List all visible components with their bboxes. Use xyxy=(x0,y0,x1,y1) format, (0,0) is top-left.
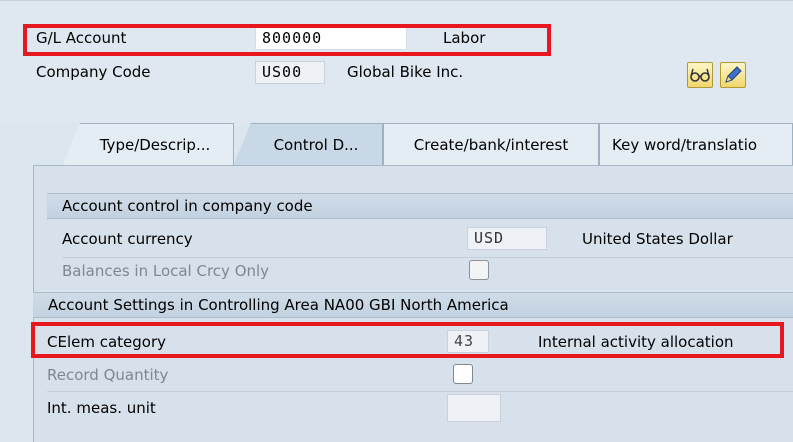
header-background xyxy=(0,0,793,122)
tab-key-word-translation[interactable]: Key word/translatio xyxy=(599,123,793,166)
tab-label: Key word/translatio xyxy=(612,136,758,154)
tab-type-description[interactable]: Type/Descrip... xyxy=(62,123,234,166)
tab-label: Control D... xyxy=(273,136,359,154)
row-divider xyxy=(47,391,793,392)
record-quantity-label: Record Quantity xyxy=(47,366,169,384)
internal-measure-unit-input[interactable] xyxy=(447,394,501,422)
company-name: Global Bike Inc. xyxy=(347,63,464,81)
account-currency-description: United States Dollar xyxy=(582,230,733,248)
pencil-icon xyxy=(725,66,742,83)
edit-button[interactable] xyxy=(720,62,746,88)
row-divider xyxy=(62,257,793,258)
account-currency-label: Account currency xyxy=(62,230,193,248)
balances-local-currency-checkbox[interactable] xyxy=(469,260,489,280)
section-header-controlling-area: Account Settings in Controlling Area NA0… xyxy=(33,292,793,318)
tab-label: Type/Descrip... xyxy=(99,136,211,154)
tab-control-data[interactable]: Control D... xyxy=(233,123,383,166)
record-quantity-checkbox[interactable] xyxy=(453,364,473,384)
celem-category-highlight xyxy=(31,322,784,358)
tab-create-bank-interest[interactable]: Create/bank/interest xyxy=(383,123,599,166)
account-currency-input[interactable]: USD xyxy=(467,227,547,250)
internal-measure-unit-label: Int. meas. unit xyxy=(47,399,156,417)
tab-label: Create/bank/interest xyxy=(413,136,569,154)
section-header-account-control: Account control in company code xyxy=(47,193,793,219)
company-code-input[interactable]: US00 xyxy=(255,61,325,84)
company-code-label: Company Code xyxy=(36,63,151,81)
display-button[interactable] xyxy=(687,62,713,88)
glasses-icon xyxy=(690,68,710,82)
gl-account-highlight xyxy=(23,24,551,56)
header-divider xyxy=(0,0,793,1)
balances-local-currency-label: Balances in Local Crcy Only xyxy=(62,262,270,280)
